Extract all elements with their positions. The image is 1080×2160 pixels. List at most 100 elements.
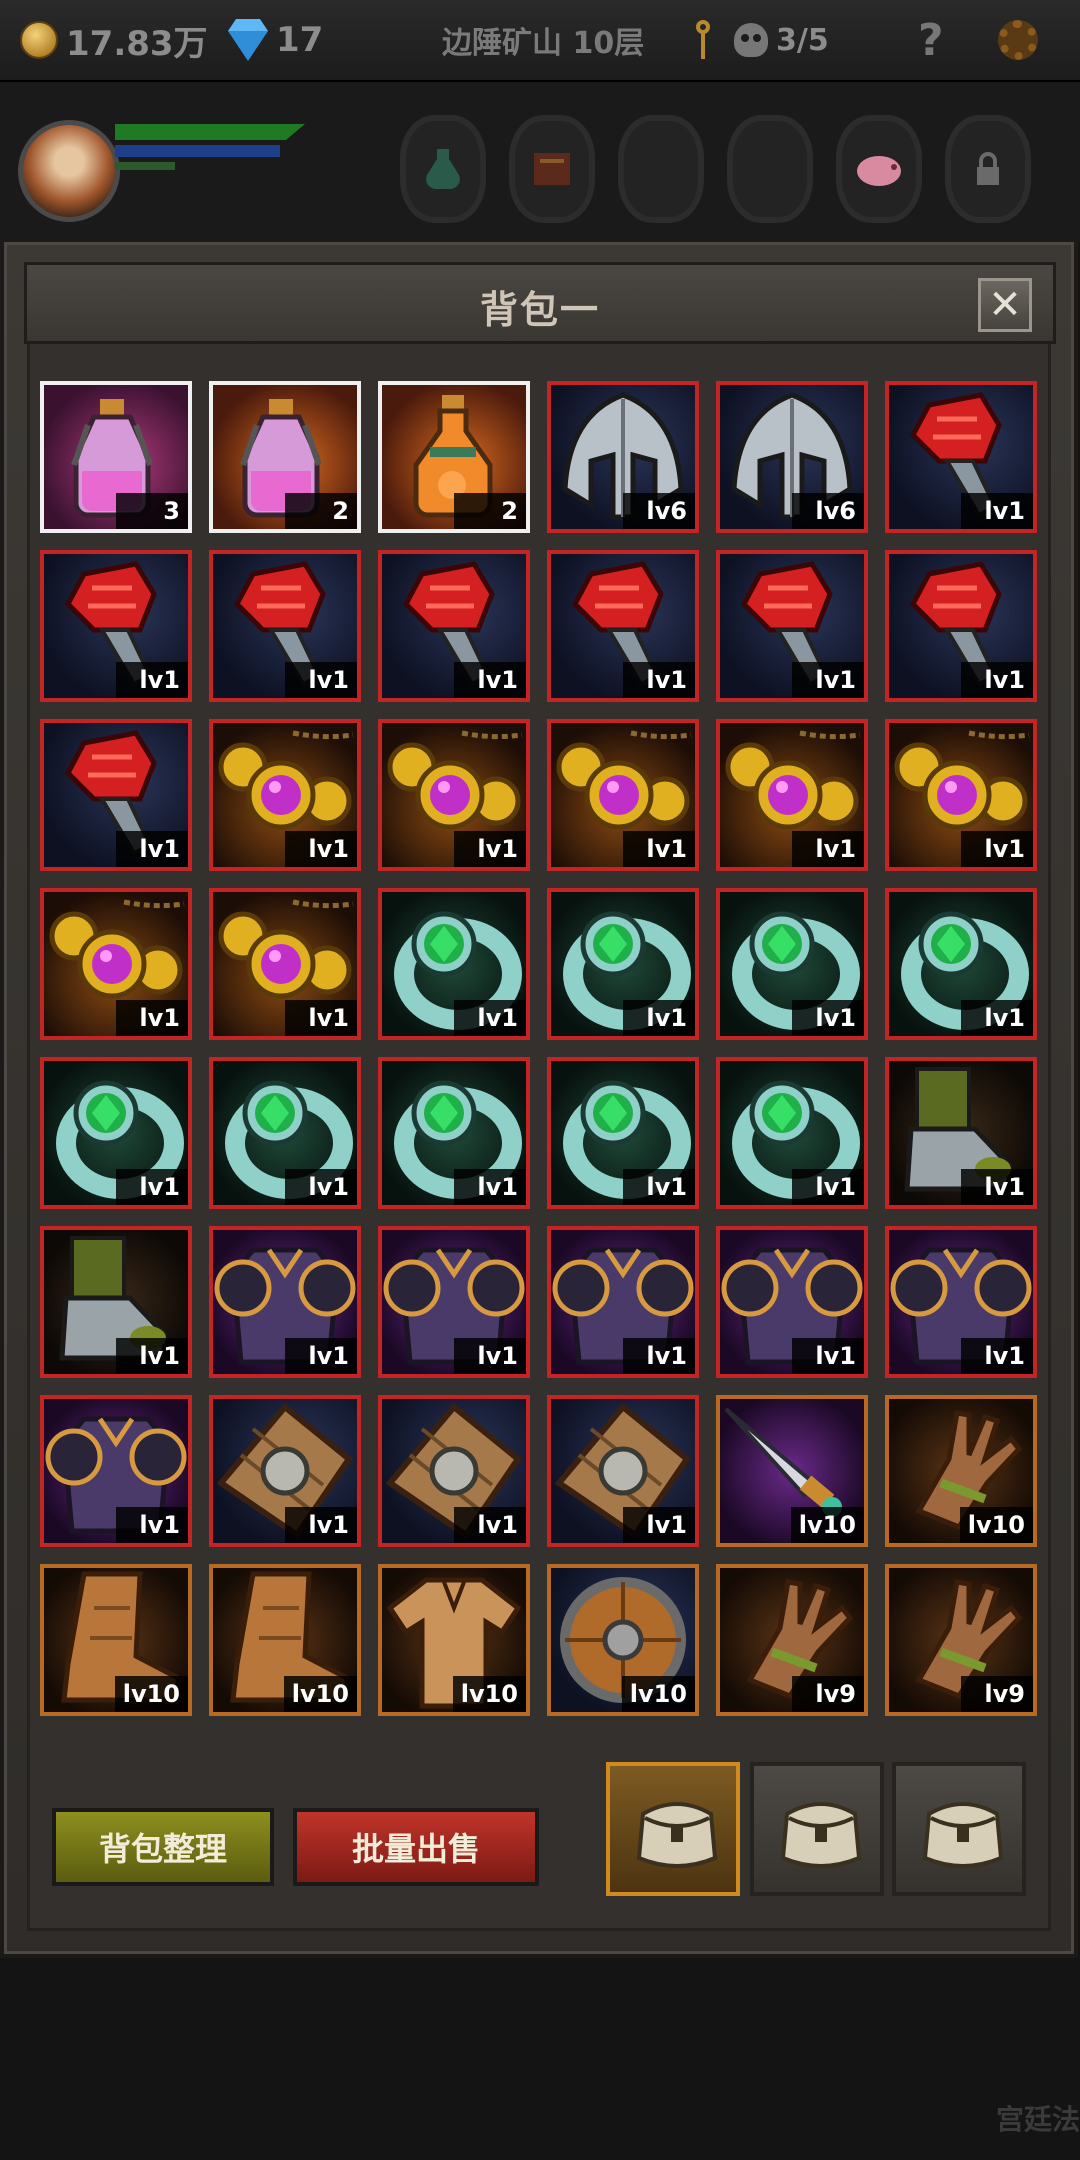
gear-icon [998, 20, 1038, 60]
inventory-item-potion-orange[interactable]: 2 [378, 381, 530, 533]
item-level-label: lv1 [454, 662, 526, 698]
inventory-item-armor[interactable]: lv1 [885, 1226, 1037, 1378]
inventory-item-armor[interactable]: lv1 [378, 1226, 530, 1378]
item-level-label: 2 [454, 493, 526, 529]
inventory-item-shield-square[interactable]: lv1 [378, 1395, 530, 1547]
item-level-label: lv1 [961, 1338, 1033, 1374]
empty-slot-1[interactable] [618, 115, 704, 223]
inventory-item-ring[interactable]: lv1 [209, 1057, 361, 1209]
inventory-item-ring[interactable]: lv1 [40, 1057, 192, 1209]
inventory-item-armor[interactable]: lv1 [716, 1226, 868, 1378]
item-level-label: lv1 [792, 1338, 864, 1374]
item-level-label: lv1 [116, 1338, 188, 1374]
inventory-item-gauntlet[interactable]: lv1 [378, 550, 530, 702]
item-level-label: lv1 [961, 662, 1033, 698]
piggy-bank-icon [857, 156, 901, 186]
inventory-item-potion-pink[interactable]: 3 [40, 381, 192, 533]
item-level-label: lv1 [116, 1169, 188, 1205]
item-level-label: lv1 [285, 662, 357, 698]
lock-icon [977, 152, 999, 185]
top-status-bar: 17.83万 17 边陲矿山 10层 3/5 ? [0, 0, 1080, 82]
hp-bar [115, 124, 305, 140]
inventory-item-amulet[interactable]: lv1 [716, 719, 868, 871]
item-level-label: lv1 [285, 1338, 357, 1374]
inventory-item-armor[interactable]: lv1 [547, 1226, 699, 1378]
sort-bag-button[interactable]: 背包整理 [52, 1808, 274, 1886]
piggy-bank-slot[interactable] [836, 115, 922, 223]
hero-portrait[interactable] [18, 120, 120, 222]
inventory-item-dagger[interactable]: lv10 [716, 1395, 868, 1547]
empty-slot-2[interactable] [727, 115, 813, 223]
panel-title: 背包一 [479, 288, 600, 332]
bag-tab-1[interactable] [606, 1762, 740, 1896]
inventory-item-shirt[interactable]: lv10 [378, 1564, 530, 1716]
inventory-item-amulet[interactable]: lv1 [378, 719, 530, 871]
inventory-item-helmet[interactable]: lv6 [716, 381, 868, 533]
inventory-item-ring[interactable]: lv1 [716, 888, 868, 1040]
inventory-item-gloves[interactable]: lv10 [885, 1395, 1037, 1547]
kill-count: 3/5 [776, 22, 829, 58]
inventory-item-shield-square[interactable]: lv1 [547, 1395, 699, 1547]
inventory-item-ring[interactable]: lv1 [885, 888, 1037, 1040]
bulk-sell-button[interactable]: 批量出售 [293, 1808, 539, 1886]
item-level-label: lv1 [116, 831, 188, 867]
help-button[interactable]: ? [918, 15, 944, 66]
inventory-item-potion-pink-orange[interactable]: 2 [209, 381, 361, 533]
close-button[interactable]: ✕ [978, 278, 1032, 332]
inventory-item-amulet[interactable]: lv1 [209, 888, 361, 1040]
inventory-item-boots-leather[interactable]: lv10 [209, 1564, 361, 1716]
inventory-item-boots-plate[interactable]: lv1 [40, 1226, 192, 1378]
item-level-label: lv1 [623, 1169, 695, 1205]
corner-caption: 宫廷法 [996, 2103, 1080, 2136]
bag-tab-3[interactable] [892, 1762, 1026, 1896]
item-level-label: lv9 [961, 1676, 1033, 1712]
inventory-item-boots-plate[interactable]: lv1 [885, 1057, 1037, 1209]
item-level-label: lv10 [452, 1676, 526, 1712]
potion-slot[interactable] [400, 115, 486, 223]
settings-button[interactable] [998, 18, 1038, 62]
inventory-item-gauntlet[interactable]: lv1 [40, 719, 192, 871]
item-level-label: lv1 [454, 1338, 526, 1374]
inventory-item-amulet[interactable]: lv1 [209, 719, 361, 871]
item-level-label: lv1 [116, 1507, 188, 1543]
item-level-label: lv1 [961, 493, 1033, 529]
inventory-item-ring[interactable]: lv1 [378, 888, 530, 1040]
inventory-item-amulet[interactable]: lv1 [40, 888, 192, 1040]
item-level-label: lv1 [116, 1000, 188, 1036]
inventory-item-boots-leather[interactable]: lv10 [40, 1564, 192, 1716]
inventory-item-gauntlet[interactable]: lv1 [885, 550, 1037, 702]
inventory-item-gauntlet[interactable]: lv1 [716, 550, 868, 702]
inventory-item-gloves[interactable]: lv9 [885, 1564, 1037, 1716]
inventory-item-amulet[interactable]: lv1 [547, 719, 699, 871]
potion-icon [426, 149, 460, 189]
inventory-item-helmet[interactable]: lv6 [547, 381, 699, 533]
location-label: 边陲矿山 10层 [442, 26, 645, 61]
inventory-item-ring[interactable]: lv1 [378, 1057, 530, 1209]
inventory-item-shield-square[interactable]: lv1 [209, 1395, 361, 1547]
bag-tab-2[interactable] [750, 1762, 884, 1896]
inventory-item-ring[interactable]: lv1 [716, 1057, 868, 1209]
inventory-item-armor[interactable]: lv1 [40, 1395, 192, 1547]
item-level-label: lv1 [961, 1000, 1033, 1036]
locked-slot[interactable] [945, 115, 1031, 223]
inventory-item-gloves[interactable]: lv9 [716, 1564, 868, 1716]
item-level-label: lv1 [792, 1169, 864, 1205]
item-level-label: lv10 [959, 1507, 1033, 1543]
book-slot[interactable] [509, 115, 595, 223]
inventory-item-shield-round[interactable]: lv10 [547, 1564, 699, 1716]
inventory-item-gauntlet[interactable]: lv1 [40, 550, 192, 702]
inventory-item-gauntlet[interactable]: lv1 [209, 550, 361, 702]
inventory-item-gauntlet[interactable]: lv1 [885, 381, 1037, 533]
inventory-item-ring[interactable]: lv1 [547, 1057, 699, 1209]
exp-bar [115, 162, 175, 170]
mp-bar [115, 145, 280, 157]
item-level-label: lv1 [454, 1000, 526, 1036]
item-level-label: lv1 [792, 1000, 864, 1036]
inventory-item-armor[interactable]: lv1 [209, 1226, 361, 1378]
inventory-item-gauntlet[interactable]: lv1 [547, 550, 699, 702]
inventory-item-amulet[interactable]: lv1 [885, 719, 1037, 871]
item-level-label: lv10 [114, 1676, 188, 1712]
inventory-item-ring[interactable]: lv1 [547, 888, 699, 1040]
key-icon [694, 20, 712, 60]
item-level-label: lv1 [454, 831, 526, 867]
